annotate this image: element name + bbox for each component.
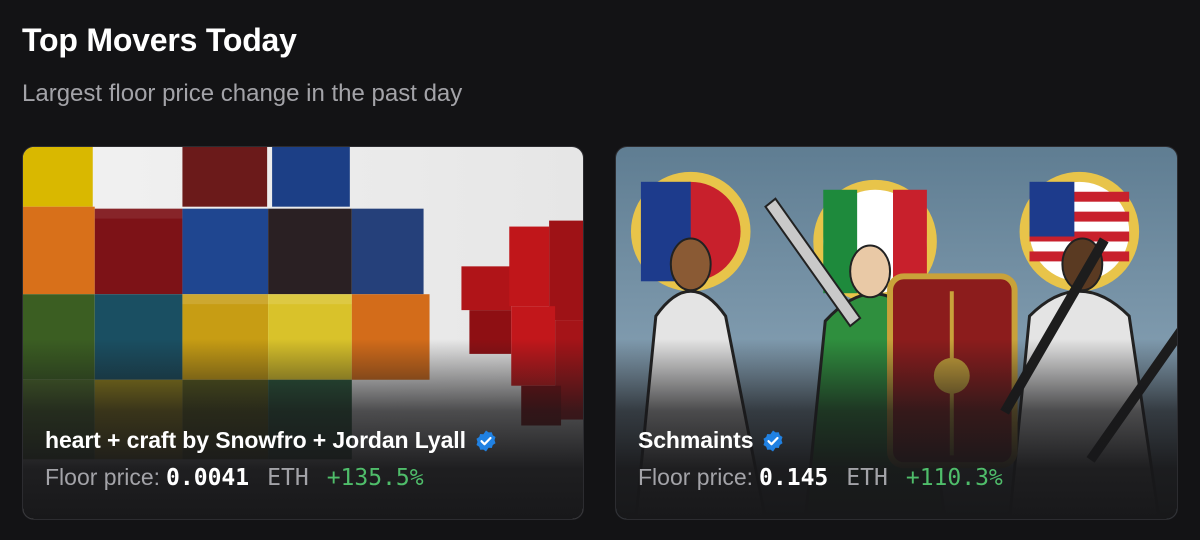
floor-price-label: Floor price: [638, 464, 754, 490]
card-info: Schmaints Floor price: 0.145 ETH +110.3% [638, 427, 1003, 491]
section-title: Top Movers Today [22, 22, 297, 58]
floor-price-currency: ETH [846, 465, 888, 491]
verified-badge-icon [763, 430, 783, 451]
card-info: heart + craft by Snowfro + Jordan Lyall … [45, 427, 498, 491]
floor-price-label: Floor price: [45, 464, 161, 490]
collection-name[interactable]: heart + craft by Snowfro + Jordan Lyall [45, 427, 466, 454]
floor-price-value: 0.0041 [166, 465, 250, 491]
floor-price-currency: ETH [267, 465, 309, 491]
floor-price-value: 0.145 [759, 465, 829, 491]
floor-price-change: +135.5% [326, 465, 424, 491]
collection-card-heart-craft[interactable]: heart + craft by Snowfro + Jordan Lyall … [22, 146, 584, 520]
verified-badge-icon [476, 430, 496, 451]
floor-price-change: +110.3% [905, 465, 1003, 491]
collection-name[interactable]: Schmaints [638, 427, 754, 454]
section-subtitle: Largest floor price change in the past d… [22, 80, 463, 107]
collection-card-schmaints[interactable]: Schmaints Floor price: 0.145 ETH +110.3% [615, 146, 1178, 520]
